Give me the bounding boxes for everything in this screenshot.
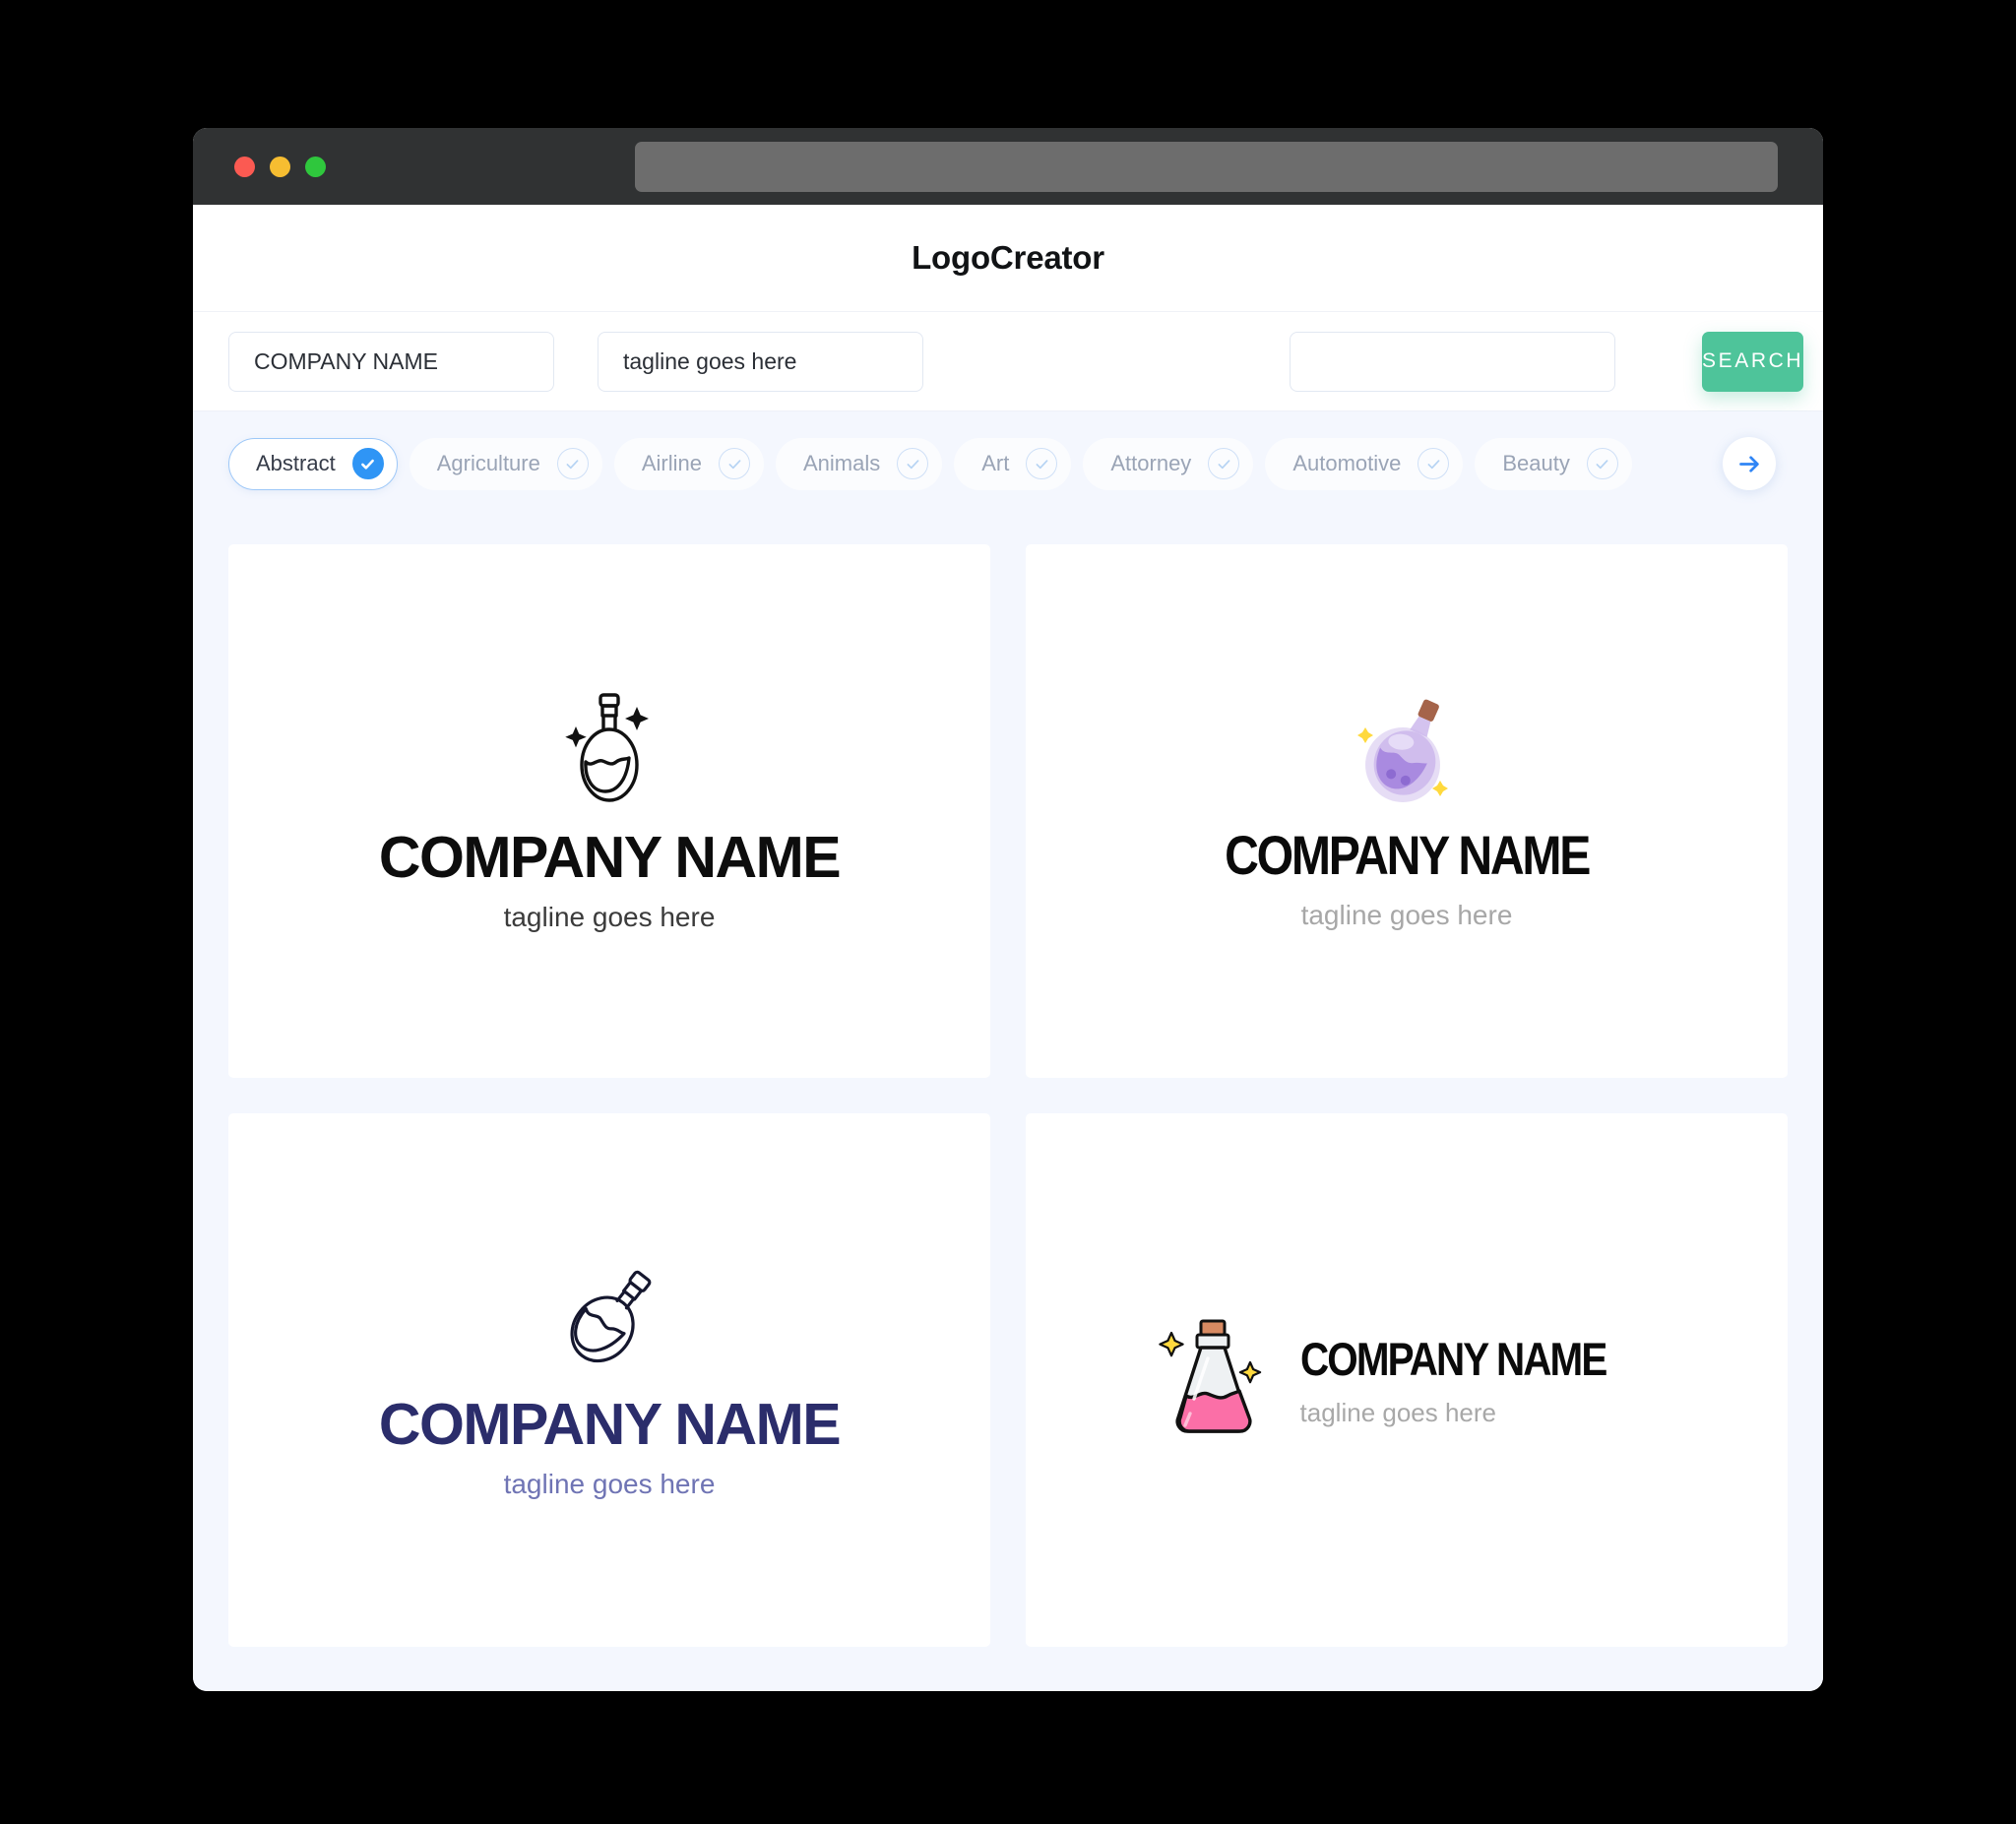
category-chip-abstract[interactable]: Abstract — [228, 437, 398, 490]
category-chip-label: Attorney — [1110, 451, 1192, 475]
logo-company-name: COMPANY NAME — [1224, 823, 1591, 886]
logo-tagline: tagline goes here — [503, 1469, 716, 1499]
category-chip-label: Airline — [641, 451, 702, 475]
category-chip-attorney[interactable]: Attorney — [1083, 437, 1254, 490]
minimize-window-button[interactable] — [270, 156, 290, 177]
logo-text-block: COMPANY NAME tagline goes here — [1300, 1336, 1656, 1425]
check-icon — [1418, 448, 1450, 479]
category-chip-label: Art — [981, 451, 1010, 475]
search-button[interactable]: SEARCH — [1702, 331, 1804, 392]
category-chip-label: Abstract — [256, 451, 336, 475]
search-toolbar: SEARCH — [193, 312, 1823, 411]
potion-flask-outline-tilted-icon — [558, 1262, 661, 1370]
potion-flask-outline-icon — [564, 691, 655, 807]
logo-company-name: COMPANY NAME — [378, 825, 842, 890]
keyword-input[interactable] — [1290, 331, 1615, 392]
logo-preview: COMPANY NAME tagline goes here — [1158, 1315, 1656, 1445]
categories-next-button[interactable] — [1723, 437, 1776, 490]
traffic-lights — [234, 156, 326, 177]
browser-window: LogoCreator SEARCH Abstract Agriculture — [193, 128, 1823, 1691]
check-icon — [1586, 448, 1618, 479]
logo-card[interactable]: COMPANY NAME tagline goes here — [1026, 1113, 1788, 1647]
maximize-window-button[interactable] — [305, 156, 326, 177]
check-icon — [1208, 448, 1240, 479]
category-chip-agriculture[interactable]: Agriculture — [409, 437, 602, 490]
brand-title: LogoCreator — [912, 239, 1104, 276]
category-chip-animals[interactable]: Animals — [776, 437, 943, 490]
close-window-button[interactable] — [234, 156, 255, 177]
logo-company-name: COMPANY NAME — [378, 1392, 842, 1457]
category-chip-label: Agriculture — [436, 451, 540, 475]
browser-titlebar — [193, 128, 1823, 205]
tagline-input[interactable] — [598, 331, 923, 392]
logo-company-name: COMPANY NAME — [1299, 1332, 1607, 1385]
screen: LogoCreator SEARCH Abstract Agriculture — [0, 0, 2016, 1824]
category-chip-label: Automotive — [1292, 451, 1402, 475]
logo-tagline: tagline goes here — [503, 902, 716, 932]
address-bar-input[interactable] — [635, 142, 1778, 192]
category-filter-bar: Abstract Agriculture Airline Animals Art… — [193, 411, 1823, 516]
logo-card[interactable]: COMPANY NAME tagline goes here — [228, 544, 990, 1078]
category-chip-label: Animals — [803, 451, 881, 475]
logo-tagline: tagline goes here — [1300, 899, 1513, 930]
logo-preview: COMPANY NAME tagline goes here — [378, 691, 842, 932]
category-chip-automotive[interactable]: Automotive — [1265, 437, 1464, 490]
potion-flask-pink-icon — [1158, 1315, 1273, 1445]
category-chip-label: Beauty — [1502, 451, 1570, 475]
category-chip-beauty[interactable]: Beauty — [1475, 437, 1632, 490]
logo-results-grid: COMPANY NAME tagline goes here COMPANY N… — [193, 516, 1823, 1691]
potion-flask-purple-tilted-icon — [1354, 694, 1460, 814]
company-name-input[interactable] — [228, 331, 554, 392]
logo-card[interactable]: COMPANY NAME tagline goes here — [1026, 544, 1788, 1078]
check-icon — [719, 448, 750, 479]
check-icon — [351, 448, 384, 479]
category-chip-airline[interactable]: Airline — [613, 437, 764, 490]
arrow-right-icon — [1736, 451, 1763, 477]
check-icon — [1026, 448, 1058, 479]
check-icon — [556, 448, 589, 479]
app-header: LogoCreator — [193, 205, 1823, 312]
logo-preview: COMPANY NAME tagline goes here — [378, 1262, 842, 1499]
logo-card[interactable]: COMPANY NAME tagline goes here — [228, 1113, 990, 1647]
logo-tagline: tagline goes here — [1299, 1397, 1497, 1427]
check-icon — [897, 448, 929, 479]
category-chip-art[interactable]: Art — [954, 437, 1072, 490]
logo-preview: COMPANY NAME tagline goes here — [1195, 694, 1618, 929]
